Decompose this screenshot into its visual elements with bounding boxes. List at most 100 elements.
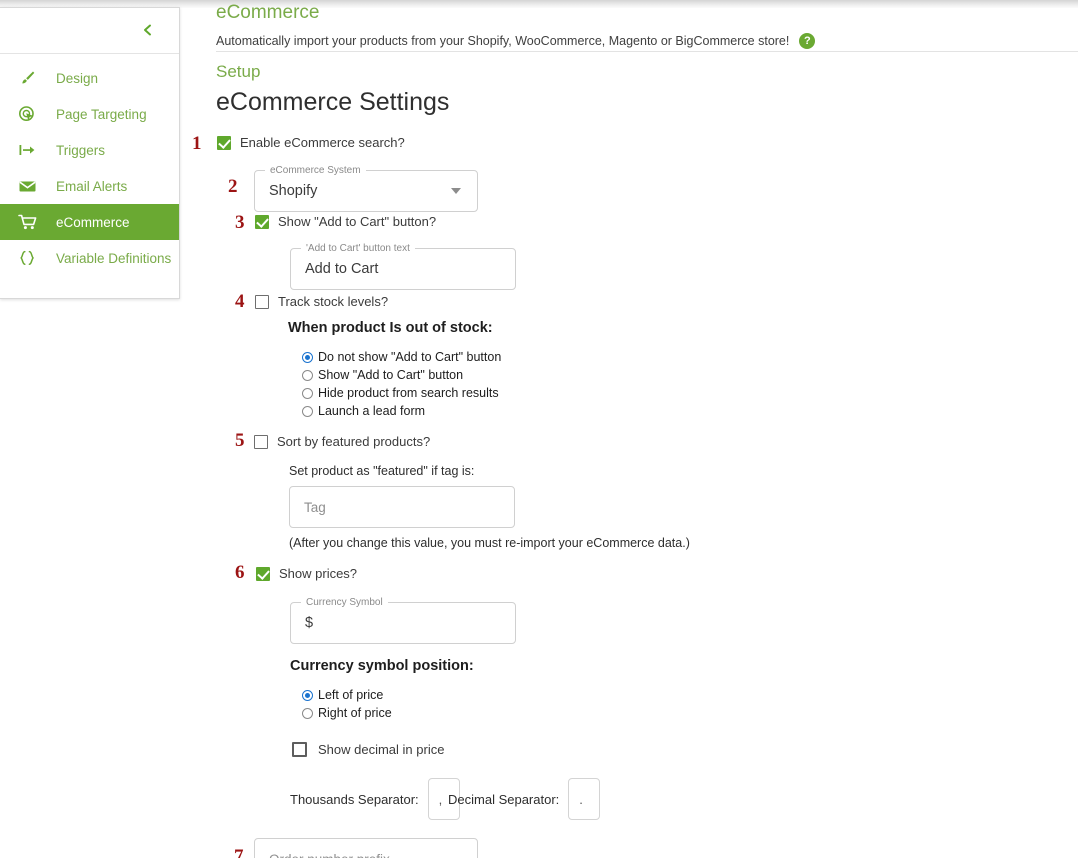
order-number-prefix-field[interactable]: Order number prefix [254,838,478,858]
page-title: eCommerce [216,2,320,23]
show-prices-row[interactable]: Show prices? [256,566,357,581]
featured-tag-note: (After you change this value, you must r… [289,536,690,550]
sidebar-item-variable-definitions[interactable]: Variable Definitions [0,240,179,276]
show-prices-label: Show prices? [279,566,358,581]
currency-position-title: Currency symbol position: [290,658,474,674]
ecommerce-system-legend: eCommerce System [265,165,366,176]
show-prices-checkbox[interactable] [256,566,270,581]
row-enable-search: 1 Enable eCommerce search? [192,132,1078,154]
marker-7: 7 [234,846,244,858]
featured-tag-field[interactable]: Tag [289,486,515,528]
track-stock-checkbox[interactable] [255,294,269,309]
currency-symbol-field[interactable]: Currency Symbol $ [290,597,516,644]
shopping-cart-icon [18,211,44,233]
featured-tag-placeholder: Tag [304,499,326,515]
row-order-number: 7 Order number prefix (Prefix/suffix use… [216,836,1078,858]
order-number-prefix-placeholder: Order number prefix [269,852,390,858]
main-content: eCommerce Automatically import your prod… [192,0,1078,858]
currency-position-option[interactable]: Right of price [302,704,392,722]
out-of-stock-option[interactable]: Hide product from search results [302,384,499,402]
chevron-down-icon[interactable] [451,188,461,194]
marker-6: 6 [235,562,245,583]
sort-featured-label: Sort by featured products? [277,434,431,449]
sort-featured-checkbox[interactable] [254,434,268,449]
show-decimal-row[interactable]: Show decimal in price [292,742,444,757]
row-ecommerce-system: 2 eCommerce System Shopify [216,154,1078,214]
app-root: Get Started Tour Design [0,0,1078,858]
add-to-cart-text-value: Add to Cart [305,261,379,277]
thousands-separator-label: Thousands Separator: [290,791,419,807]
chevron-left-icon[interactable] [139,21,157,39]
row-featured-tag: Set product as "featured" if tag is: Tag… [216,460,1078,566]
row-add-to-cart-text: 'Add to Cart' button text Add to Cart [216,238,1078,294]
sidebar-item-email-alerts[interactable]: Email Alerts [0,168,179,204]
row-out-of-stock: When product Is out of stock: Do not sho… [216,320,1078,434]
out-of-stock-label-1: Do not show "Add to Cart" button [318,350,502,364]
show-decimal-checkbox[interactable] [292,742,307,757]
ecommerce-settings-form: 1 Enable eCommerce search? 2 eCommerce S… [192,118,1078,858]
settings-title: eCommerce Settings [216,88,450,116]
enable-search-checkbox[interactable] [217,135,231,150]
track-stock-label: Track stock levels? [278,294,389,309]
decimal-separator-group: Decimal Separator: . [448,778,601,820]
decimal-separator-input[interactable]: . [568,778,601,820]
out-of-stock-radio-4[interactable] [302,405,313,417]
add-to-cart-text-legend: 'Add to Cart' button text [301,243,415,254]
row-track-stock: 4 Track stock levels? [216,291,1078,320]
out-of-stock-radio-2[interactable] [302,369,313,381]
sidebar-item-label: Variable Definitions [56,250,172,266]
currency-position-radio-2[interactable] [302,707,313,719]
out-of-stock-label-2: Show "Add to Cart" button [318,368,464,382]
sidebar-panel: Design Page Targeting Triggers Email Ale… [0,7,180,299]
out-of-stock-option[interactable]: Show "Add to Cart" button [302,366,463,384]
out-of-stock-option[interactable]: Launch a lead form [302,402,425,420]
sidebar-item-label: Design [56,70,99,86]
arrow-right-bar-icon [18,139,44,161]
row-show-prices: 6 Show prices? [216,562,1078,592]
brush-icon [18,67,44,89]
setup-eyebrow: Setup [216,62,261,81]
add-to-cart-text-field[interactable]: 'Add to Cart' button text Add to Cart [290,243,516,290]
currency-position-label-1: Left of price [318,688,384,702]
sidebar-item-design[interactable]: Design [0,60,179,96]
currency-position-radio-1[interactable] [302,689,313,701]
show-decimal-label: Show decimal in price [318,742,445,757]
show-add-to-cart-checkbox[interactable] [255,214,269,229]
out-of-stock-label-4: Launch a lead form [318,404,426,418]
sidebar-header [0,8,179,54]
enable-search-row[interactable]: Enable eCommerce search? [217,135,405,150]
out-of-stock-option[interactable]: Do not show "Add to Cart" button [302,348,501,366]
target-cursor-icon [18,103,44,125]
out-of-stock-title: When product Is out of stock: [288,320,493,336]
featured-tag-label: Set product as "featured" if tag is: [289,464,475,478]
sidebar-item-page-targeting[interactable]: Page Targeting [0,96,179,132]
row-sort-featured: 5 Sort by featured products? [216,430,1078,460]
show-add-to-cart-label: Show "Add to Cart" button? [278,214,437,229]
ecommerce-system-select[interactable]: eCommerce System Shopify [254,165,478,212]
sort-featured-row[interactable]: Sort by featured products? [254,434,430,449]
page-subtitle-row: Automatically import your products from … [216,26,1078,49]
show-add-to-cart-row[interactable]: Show "Add to Cart" button? [255,214,436,229]
marker-5: 5 [235,430,245,451]
out-of-stock-radio-1[interactable] [302,351,313,363]
out-of-stock-radio-3[interactable] [302,387,313,399]
sidebar-nav-list: Design Page Targeting Triggers Email Ale… [0,54,179,276]
row-show-add-to-cart: 3 Show "Add to Cart" button? [216,212,1078,238]
sidebar-item-label: Triggers [56,142,106,158]
marker-3: 3 [235,212,245,233]
envelope-icon [18,175,44,197]
sidebar-item-label: eCommerce [56,214,130,230]
currency-symbol-legend: Currency Symbol [301,597,388,608]
currency-position-option[interactable]: Left of price [302,686,383,704]
marker-1: 1 [192,133,202,154]
sidebar-item-label: Email Alerts [56,178,128,194]
sidebar-item-ecommerce[interactable]: eCommerce [0,204,179,240]
marker-2: 2 [228,176,238,197]
row-currency: Currency Symbol $ Currency symbol positi… [216,592,1078,742]
question-mark-icon[interactable]: ? [799,33,816,49]
sidebar-item-triggers[interactable]: Triggers [0,132,179,168]
ecommerce-system-value: Shopify [269,183,318,199]
currency-symbol-value: $ [305,615,314,631]
thousands-separator-group: Thousands Separator: , [290,778,460,820]
track-stock-row[interactable]: Track stock levels? [255,294,388,309]
